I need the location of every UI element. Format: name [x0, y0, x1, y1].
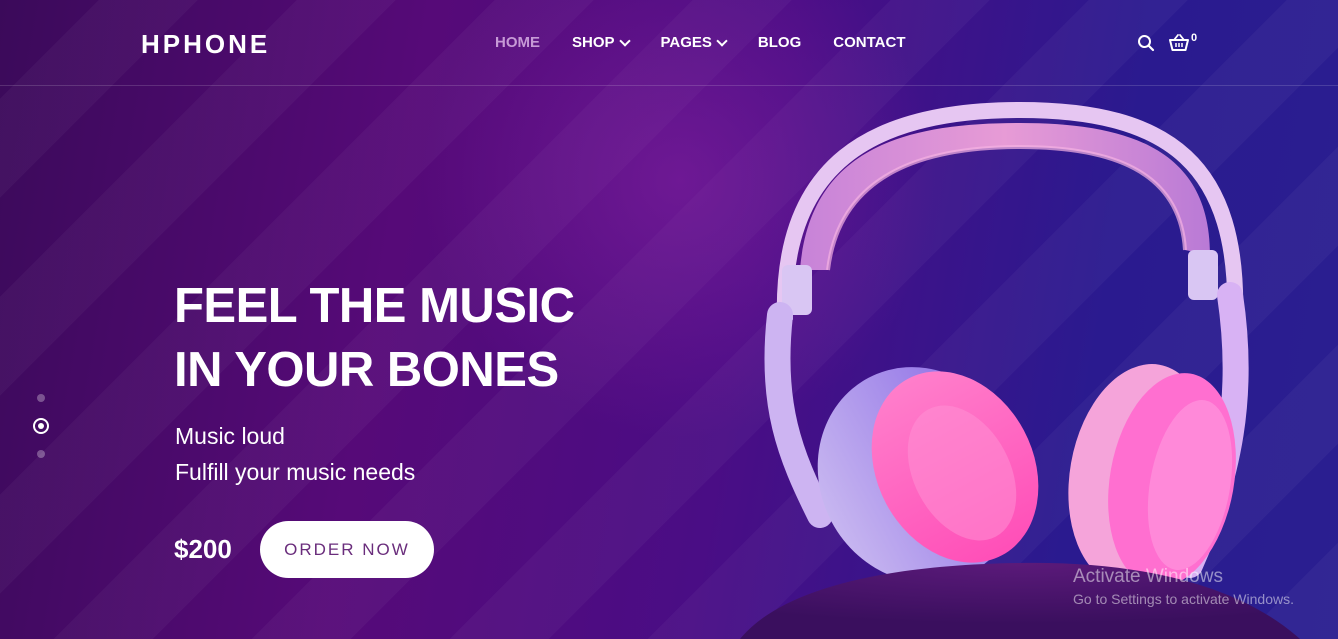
windows-activation-watermark: Activate Windows Go to Settings to activ… [1073, 566, 1294, 607]
slider-dot-3[interactable] [37, 450, 45, 458]
nav-item-home[interactable]: HOME [495, 34, 540, 51]
hero-title-line-2: IN YOUR BONES [174, 343, 559, 397]
headphones-image [740, 101, 1300, 639]
hero-price: $200 [174, 534, 232, 564]
watermark-line-1: Activate Windows [1073, 566, 1223, 587]
search-icon[interactable] [1137, 34, 1155, 52]
hero-title: FEEL THE MUSIC IN YOUR BONES [174, 274, 575, 402]
nav-item-label: HOME [495, 34, 540, 51]
main-nav: HOME SHOP PAGES BLOG CONTACT [495, 34, 905, 51]
nav-item-label: SHOP [572, 34, 615, 51]
hero-subtitle-line-2: Fulfill your music needs [175, 459, 416, 485]
nav-item-label: PAGES [660, 34, 712, 51]
nav-item-label: CONTACT [833, 34, 906, 51]
chevron-down-icon [618, 34, 631, 47]
cart-count-badge: 0 [1191, 32, 1198, 44]
chevron-down-icon [716, 34, 728, 47]
hero-subtitle-line-1: Music loud [175, 423, 285, 449]
nav-item-shop[interactable]: SHOP [572, 34, 631, 51]
nav-item-pages[interactable]: PAGES [660, 34, 728, 51]
site-header: HPHONE HOME SHOP PAGES BLOG CONTACT 0 [0, 0, 1338, 86]
nav-item-blog[interactable]: BLOG [758, 34, 801, 51]
nav-item-contact[interactable]: CONTACT [833, 34, 905, 51]
slider-dot-1[interactable] [37, 394, 45, 402]
nav-item-label: BLOG [757, 34, 802, 51]
watermark-line-2: Go to Settings to activate Windows. [1073, 591, 1294, 607]
slider-dot-2-active[interactable] [33, 418, 49, 434]
brand-logo[interactable]: HPHONE [141, 29, 270, 60]
order-now-button[interactable]: ORDER NOW [260, 521, 434, 578]
basket-icon[interactable] [1168, 33, 1190, 53]
hero-title-line-1: FEEL THE MUSIC [174, 279, 575, 333]
